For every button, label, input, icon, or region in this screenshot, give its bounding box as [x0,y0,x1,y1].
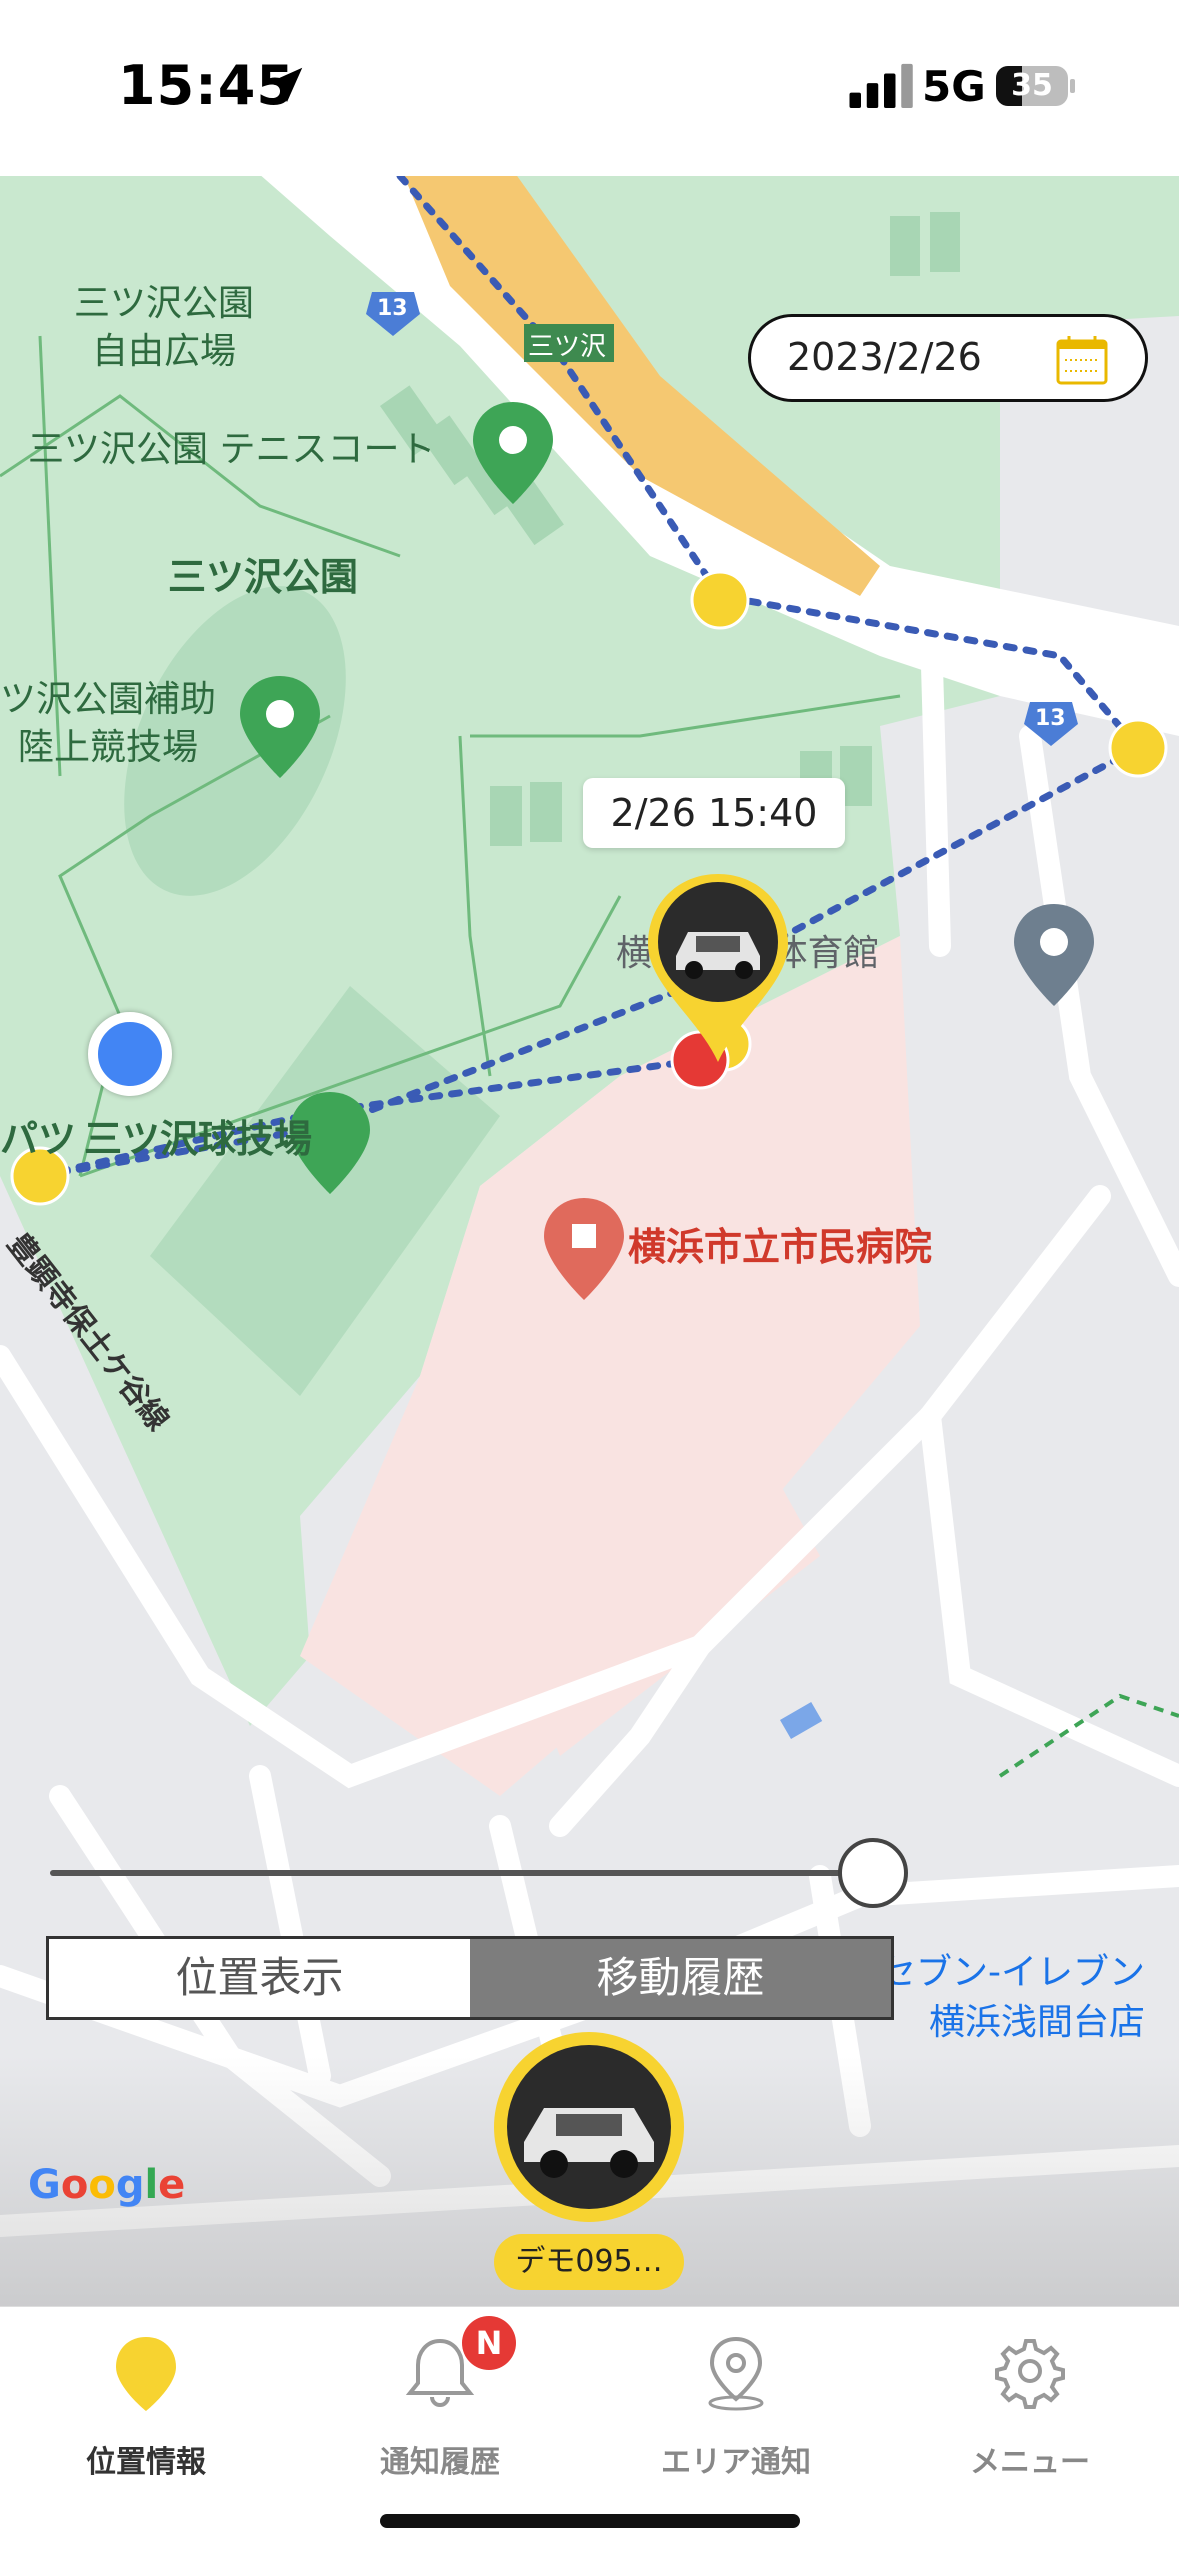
tab-area-label: エリア通知 [661,2445,811,2480]
history-slider-track[interactable] [50,1870,870,1876]
route-shield-13-east: 13 [1035,706,1066,731]
view-mode-segment: 位置表示 移動履歴 [46,1936,894,2020]
notification-badge: N [462,2316,516,2370]
network-type: 5G [922,62,986,111]
battery-level: 35 [1011,68,1053,103]
map-label-ballpark: 三ツ沢球技場 [84,1117,313,1161]
tab-menu-label: メニュー [970,2445,1090,2480]
map-label-store: セブン-イレブン 横浜浅間台店 [880,1952,1145,2043]
map-label-plaza: 三ツ沢公園 自由広場 [74,283,255,372]
tab-notify-label: 通知履歴 [380,2445,500,2480]
segment-position[interactable]: 位置表示 [49,1939,470,2017]
gear-icon [995,2339,1065,2409]
battery-icon: 35 [996,66,1076,106]
current-location-dot [88,1012,172,1096]
map-label-tennis: 三ツ沢公園 テニスコート [28,429,436,470]
map-label-station: 三ツ沢 [528,332,607,362]
vehicle-avatar[interactable] [494,2032,684,2222]
car-photo-icon [507,2045,671,2209]
date-selector[interactable]: 2023/2/26 [748,314,1148,402]
location-arrow-icon [267,67,303,103]
route-shield-13: 13 [377,296,408,321]
vehicle-marker[interactable] [644,870,792,1070]
segment-history[interactable]: 移動履歴 [470,1939,891,2017]
home-indicator [380,2514,800,2528]
area-pin-icon [708,2336,764,2411]
vehicle-name[interactable]: デモ095… [494,2234,684,2290]
map-label-ballpark-prefix: パツ [0,1117,77,1161]
calendar-icon [1056,336,1108,385]
history-slider-thumb[interactable] [838,1838,908,1908]
location-pin-icon [116,2337,176,2411]
time-tooltip: 2/26 15:40 [583,778,845,848]
map-label-park: 三ツ沢公園 [168,555,359,599]
status-bar: 15:45 5G 35 [0,0,1179,176]
signal-icon [849,63,913,108]
map-view[interactable]: 三ツ沢公園 自由広場 三ツ沢公園 テニスコート 三ツ沢公園 ツ沢公園補助 陸上競… [0,176,1179,2306]
map-label-athletics: ツ沢公園補助 陸上競技場 [0,679,217,768]
tab-location-label: 位置情報 [86,2445,206,2480]
google-logo: Google [28,2162,186,2208]
map-label-hospital: 横浜市立市民病院 [628,1225,933,1269]
date-text: 2023/2/26 [787,335,982,379]
